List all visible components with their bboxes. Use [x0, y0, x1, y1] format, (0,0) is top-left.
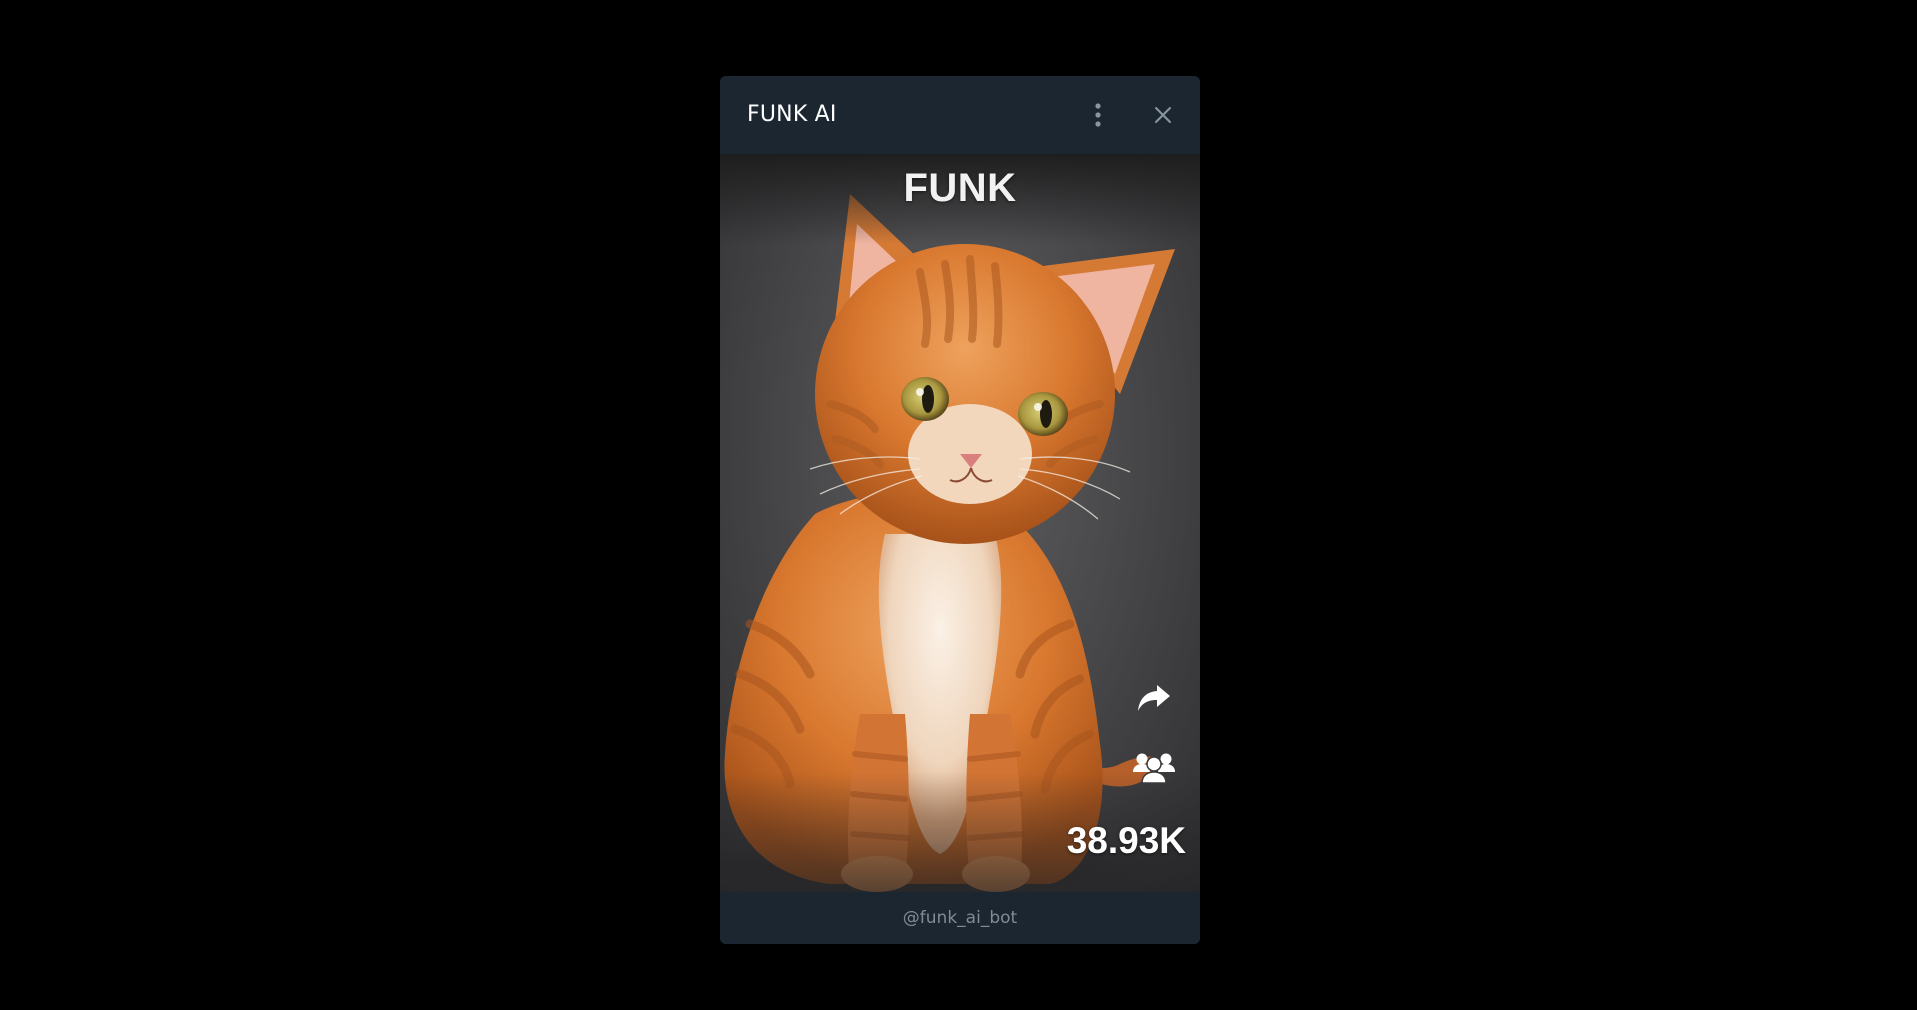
share-arrow-icon: [1138, 685, 1170, 711]
friends-button[interactable]: [1130, 743, 1178, 791]
window-titlebar: FUNK AI: [720, 76, 1200, 154]
bot-handle-link[interactable]: @funk_ai_bot: [903, 908, 1017, 928]
close-icon: [1155, 107, 1171, 123]
share-button[interactable]: [1130, 674, 1178, 722]
window-title: FUNK AI: [747, 102, 837, 127]
mini-app-window: FUNK AI FUNK 38.93K @funk_ai_bot: [720, 76, 1200, 944]
app-content: FUNK 38.93K: [720, 154, 1200, 892]
more-vertical-icon: [1095, 103, 1101, 127]
users-group-icon: [1133, 753, 1175, 784]
menu-button[interactable]: [1082, 99, 1114, 131]
count-value: 38.93K: [1066, 820, 1186, 861]
close-button[interactable]: [1147, 99, 1179, 131]
brand-title: FUNK: [903, 166, 1017, 210]
window-footer: @funk_ai_bot: [720, 892, 1200, 944]
